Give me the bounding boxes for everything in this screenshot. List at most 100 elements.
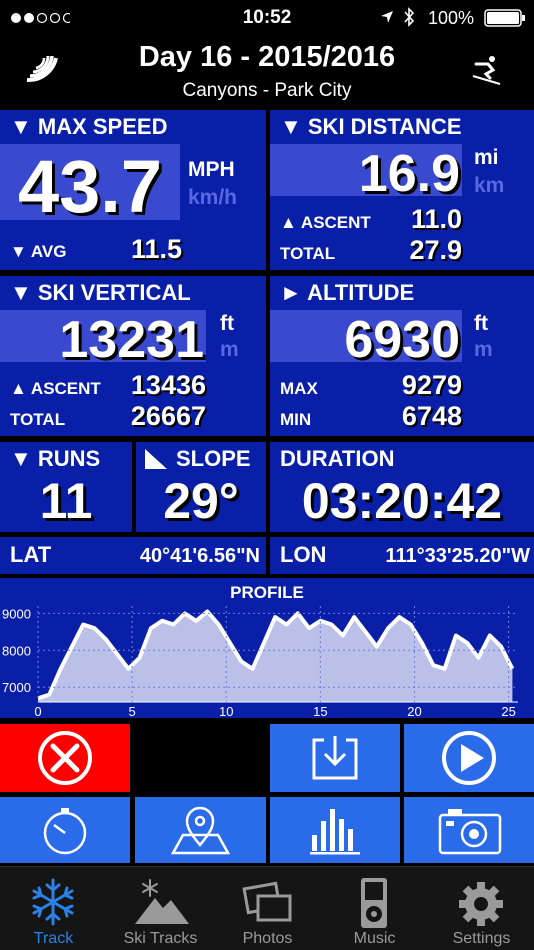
max-speed-unit: MPH — [188, 158, 235, 181]
profile-area — [38, 611, 513, 702]
map-button[interactable] — [135, 797, 266, 863]
profile-chart: 9000 8000 70000 5 10 15 20 25 — [2, 606, 518, 718]
slope-value: 29° — [163, 473, 239, 529]
profile-ytick-label: 7000 — [2, 680, 31, 695]
ski-vertical-title: ▼ SKI VERTICAL — [10, 280, 191, 305]
ski-vertical-unit: ft — [220, 312, 234, 335]
ski-distance-panel[interactable]: ▼ SKI DISTANCE 16.9 mi km ▲ ASCENT 11.0 … — [270, 110, 534, 270]
page-title: Day 16 - 2015/2016 — [138, 41, 396, 73]
tab-photos-label: Photos — [242, 930, 293, 947]
profile-ytick-label: 9000 — [2, 606, 31, 621]
battery-percent: 100% — [428, 8, 475, 28]
tab-photos[interactable]: Photos — [214, 868, 321, 950]
tab-settings[interactable]: Settings — [428, 868, 534, 950]
stop-button[interactable] — [0, 724, 130, 792]
map-pin-icon — [170, 806, 231, 855]
duration-title: DURATION — [280, 446, 395, 471]
slope-panel[interactable]: SLOPE 29° — [136, 442, 266, 532]
ski-vertical-panel[interactable]: ▼ SKI VERTICAL 13231 ft m ▲ ASCENT 13436… — [0, 276, 266, 436]
skier-icon[interactable] — [470, 54, 502, 91]
stats-button[interactable] — [270, 797, 400, 863]
distance-total-value: 27.9 — [409, 235, 462, 265]
battery-icon — [484, 9, 526, 32]
photos-icon — [242, 881, 292, 922]
lon-label: LON — [280, 542, 327, 567]
altitude-max-label: MAX — [280, 379, 318, 398]
tab-track-label: Track — [33, 930, 74, 947]
ipod-icon — [361, 878, 387, 928]
camera-icon — [438, 809, 502, 855]
vertical-total-value: 26667 — [130, 401, 206, 431]
profile-xtick-label: 15 — [313, 704, 327, 718]
distance-total-label: TOTAL — [280, 244, 336, 263]
profile-ytick-label: 8000 — [2, 643, 31, 658]
play-button[interactable] — [404, 724, 534, 792]
location-arrow-icon — [380, 10, 394, 29]
profile-xtick-label: 20 — [407, 704, 421, 718]
profile-panel[interactable]: PROFILE 9000 8000 7000 0 5 10 15 20 25 — [0, 578, 534, 718]
profile-xtick-label: 0 — [34, 704, 41, 718]
max-speed-panel[interactable]: ▼ MAX SPEED 43.7 MPH km/h ▼ AVG 11.5 — [0, 110, 266, 270]
profile-xtick-label: 5 — [129, 704, 136, 718]
runs-title: ▼ RUNS — [10, 446, 101, 471]
close-circle-icon — [38, 731, 92, 785]
lon-value: 111°33'25.20"W — [385, 545, 530, 567]
camera-button[interactable] — [404, 797, 534, 863]
slope-title: SLOPE — [176, 446, 251, 471]
max-speed-title: ▼ MAX SPEED — [10, 114, 168, 139]
save-button[interactable] — [270, 724, 400, 792]
ski-distance-value: 16.9 — [358, 145, 460, 203]
ski-distance-title: ▼ SKI DISTANCE — [280, 114, 462, 139]
play-circle-icon — [442, 731, 496, 785]
altitude-unit: ft — [474, 312, 488, 335]
max-speed-value: 43.7 — [18, 145, 163, 228]
tab-ski-tracks-label: Ski Tracks — [123, 930, 198, 947]
stopwatch-icon — [43, 808, 87, 855]
tab-settings-label: Settings — [452, 930, 511, 947]
altitude-title: ► ALTITUDE — [280, 280, 415, 305]
vertical-total-label: TOTAL — [10, 410, 66, 429]
altitude-value: 6930 — [344, 311, 460, 369]
duration-panel[interactable]: DURATION 03:20:42 — [270, 442, 534, 532]
altitude-min-value: 6748 — [401, 401, 462, 431]
ski-distance-unit: mi — [474, 146, 499, 169]
altitude-min-label: MIN — [280, 410, 312, 429]
tab-music[interactable]: Music — [321, 868, 428, 950]
distance-ascent-value: 11.0 — [410, 204, 462, 234]
profile-xtick-label: 25 — [501, 704, 515, 718]
avg-value: 11.5 — [130, 234, 182, 264]
ski-vertical-unit-alt: m — [220, 338, 239, 361]
gear-icon — [459, 882, 503, 926]
altitude-unit-alt: m — [474, 338, 493, 361]
download-tray-icon — [312, 736, 358, 780]
resort-name: Canyons - Park City — [182, 80, 352, 101]
vertical-ascent-value: 13436 — [130, 370, 206, 400]
profile-xtick-label: 10 — [219, 704, 233, 718]
lat-panel: LAT 40°41'6.56"N — [0, 537, 266, 574]
ski-vertical-value: 13231 — [59, 311, 204, 369]
runs-panel[interactable]: ▼ RUNS 11 — [0, 442, 132, 532]
lat-value: 40°41'6.56"N — [139, 545, 260, 567]
tab-ski-tracks[interactable]: Ski Tracks — [107, 868, 214, 950]
distance-ascent-label: ▲ ASCENT — [280, 213, 371, 232]
slope-triangle-icon — [144, 448, 168, 475]
tab-music-label: Music — [353, 930, 396, 947]
max-speed-unit-alt: km/h — [188, 186, 238, 209]
duration-value: 03:20:42 — [301, 473, 503, 529]
mountain-icon — [135, 879, 189, 924]
bar-chart-icon — [310, 809, 360, 855]
altitude-panel[interactable]: ► ALTITUDE 6930 ft m MAX 9279 MIN 6748 — [270, 276, 534, 436]
status-bar: 10:52 100% — [0, 0, 534, 36]
runs-value: 11 — [39, 473, 93, 529]
stopwatch-button[interactable] — [0, 797, 130, 863]
vertical-ascent-label: ▲ ASCENT — [10, 379, 101, 398]
lat-label: LAT — [10, 542, 52, 567]
ski-distance-unit-alt: km — [474, 174, 505, 197]
header: Day 16 - 2015/2016 Canyons - Park City — [0, 36, 534, 108]
bluetooth-icon — [403, 7, 415, 32]
tab-track[interactable]: Track — [0, 868, 107, 950]
snowflake-icon — [32, 878, 74, 926]
altitude-max-value: 9279 — [401, 370, 462, 400]
avg-label: ▼ AVG — [10, 242, 67, 261]
lon-panel: LON 111°33'25.20"W — [270, 537, 534, 574]
